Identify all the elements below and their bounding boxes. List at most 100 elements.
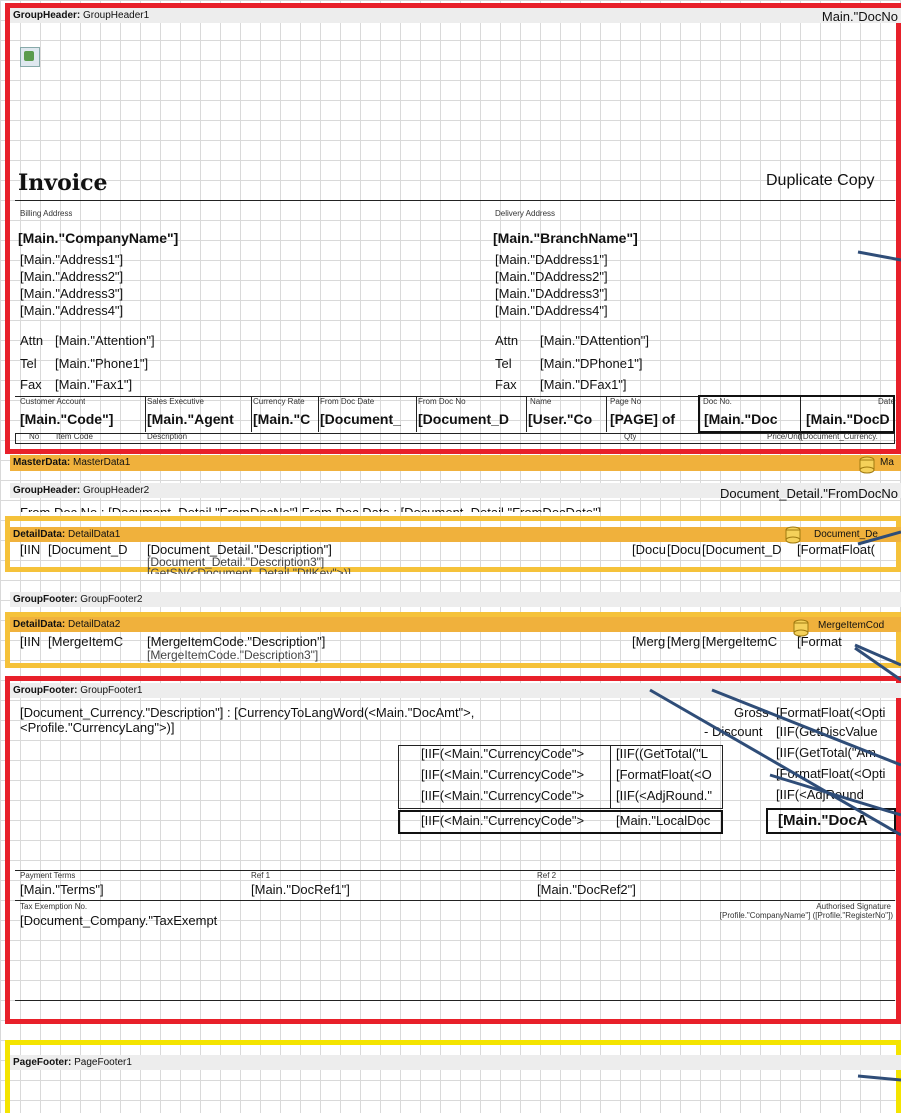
col-price-label: Price/Unit <box>767 432 802 441</box>
address1-field[interactable]: [Main."Address1"] <box>20 252 123 267</box>
dtel-label: Tel <box>495 356 512 371</box>
terms-field[interactable]: [Main."Terms"] <box>20 882 104 897</box>
band-name: DetailData1 <box>68 529 121 540</box>
company-field[interactable]: [Main."CompanyName"] <box>18 230 178 246</box>
amount-in-words-line2[interactable]: <Profile."CurrencyLang">)] <box>20 720 174 735</box>
fax-label: Fax <box>20 377 42 392</box>
address2-field[interactable]: [Main."Address2"] <box>20 269 123 284</box>
detail2-description[interactable]: [MergeItemCode."Description"] <box>147 634 325 649</box>
attn-field[interactable]: [Main."Attention"] <box>55 333 155 348</box>
detail2-col1[interactable]: [IIN <box>20 634 46 649</box>
detail2-col2[interactable]: [MergeItemC <box>48 634 144 649</box>
signature-label: Authorised Signature <box>816 902 891 911</box>
col-description-label: Description <box>147 432 188 441</box>
pagefooter1-band[interactable]: PageFooter: PageFooter1 <box>10 1055 901 1070</box>
detail2-col5[interactable]: [Merg <box>667 634 700 649</box>
code-field[interactable]: [Main."Code"] <box>20 411 144 427</box>
info-divider <box>416 397 417 432</box>
terms-top-line <box>15 870 895 871</box>
from-doc-date-field[interactable]: [Document_ <box>320 411 416 427</box>
local-right-1[interactable]: [IIF((GetTotal("L <box>616 746 720 761</box>
band-name: PageFooter1 <box>74 1057 132 1068</box>
from-doc-date-label: From Doc Date <box>320 397 375 406</box>
doc-date-field[interactable]: [Main."DocD <box>806 411 895 427</box>
footer-bottom-line <box>15 1000 895 1001</box>
tax-exemption-field[interactable]: [Document_Company."TaxExempt <box>20 913 248 928</box>
detail1-col5[interactable]: [Docu <box>667 542 700 557</box>
logo-picture-icon[interactable] <box>20 47 40 67</box>
detaildata1-right-text: Document_De <box>814 529 878 540</box>
info-divider <box>251 397 252 432</box>
dattn-label: Attn <box>495 333 519 348</box>
dattn-field[interactable]: [Main."DAttention"] <box>540 333 649 348</box>
detail2-col6[interactable]: [MergeItemC <box>702 634 794 649</box>
local-left-3[interactable]: [IIF(<Main."CurrencyCode"> <box>421 788 608 803</box>
branch-field[interactable]: [Main."BranchName"] <box>493 230 638 246</box>
band-kind: DetailData: <box>13 529 66 540</box>
masterdata1-right-text: Ma <box>880 457 894 468</box>
detail1-col2[interactable]: [Document_D <box>48 542 144 557</box>
total-line5-value[interactable]: [IIF(<AdjRound <box>776 787 896 802</box>
signature-company[interactable]: [Profile."CompanyName"] ([Profile."Regis… <box>720 911 893 920</box>
user-company-field[interactable]: [User."Co <box>528 411 606 427</box>
local-left-4[interactable]: [IIF(<Main."CurrencyCode"> <box>421 813 608 828</box>
gross-value[interactable]: [FormatFloat(<Opti <box>776 705 896 720</box>
daddress3-field[interactable]: [Main."DAddress3"] <box>495 286 608 301</box>
detail1-col7[interactable]: [FormatFloat( <box>797 542 892 557</box>
daddress4-field[interactable]: [Main."DAddress4"] <box>495 303 608 318</box>
local-left-1[interactable]: [IIF(<Main."CurrencyCode"> <box>421 746 608 761</box>
band-kind: GroupHeader: <box>13 10 81 21</box>
local-right-4[interactable]: [Main."LocalDoc <box>616 813 720 828</box>
delivery-label: Delivery Address <box>495 209 556 218</box>
band-name: GroupFooter2 <box>80 594 143 605</box>
doc-no-field[interactable]: [Main."Doc <box>704 411 794 427</box>
groupheader1-band[interactable]: GroupHeader: GroupHeader1 <box>10 8 901 23</box>
amount-in-words-line1[interactable]: [Document_Currency."Description"] : [Cur… <box>20 705 474 720</box>
local-right-2[interactable]: [FormatFloat(<O <box>616 767 720 782</box>
band-kind: PageFooter: <box>13 1057 72 1068</box>
band-kind: GroupFooter: <box>13 685 78 696</box>
total-line4-value[interactable]: [FormatFloat(<Opti <box>776 766 896 781</box>
fax-field[interactable]: [Main."Fax1"] <box>55 377 132 392</box>
duplicate-copy-label[interactable]: Duplicate Copy <box>766 172 875 190</box>
local-right-3[interactable]: [IIF(<AdjRound." <box>616 788 720 803</box>
detail2-col4[interactable]: [Merg <box>632 634 665 649</box>
agent-field[interactable]: [Main."Agent <box>147 411 251 427</box>
address4-field[interactable]: [Main."Address4"] <box>20 303 123 318</box>
grand-total-value[interactable]: [Main."DocA <box>778 812 894 829</box>
daddress1-field[interactable]: [Main."DAddress1"] <box>495 252 608 267</box>
pagefooter1-frame[interactable] <box>5 1040 901 1113</box>
detail1-col6[interactable]: [Document_D <box>702 542 794 557</box>
daddress2-field[interactable]: [Main."DAddress2"] <box>495 269 608 284</box>
masterdata1-band[interactable]: MasterData: MasterData1 <box>10 455 901 471</box>
groupheader1-frame[interactable] <box>5 3 901 454</box>
invoice-title[interactable]: Invoice <box>18 170 108 196</box>
address3-field[interactable]: [Main."Address3"] <box>20 286 123 301</box>
col-item-code-label: Item Code <box>56 432 93 441</box>
dfax-field[interactable]: [Main."DFax1"] <box>540 377 627 392</box>
groupheader1-right-text: Main."DocNo <box>821 9 898 24</box>
currency-rate-field[interactable]: [Main."C <box>253 411 318 427</box>
dtel-field[interactable]: [Main."DPhone1"] <box>540 356 642 371</box>
detaildata1-band[interactable]: DetailData: DetailData1 <box>10 527 901 542</box>
local-currency-divider <box>610 745 611 809</box>
tax-exemption-label: Tax Exemption No. <box>20 902 88 911</box>
from-doc-subheader[interactable]: From Doc No : [Document_Detail."FromDocN… <box>20 502 690 512</box>
groupfooter2-band[interactable]: GroupFooter: GroupFooter2 <box>10 592 901 607</box>
detail2-col7[interactable]: [Format <box>797 634 892 649</box>
detail1-col4[interactable]: [Docu <box>632 542 665 557</box>
detail1-col1[interactable]: [IIN <box>20 542 46 557</box>
customer-account-label: Customer Account <box>20 397 86 406</box>
groupfooter1-band[interactable]: GroupFooter: GroupFooter1 <box>10 683 901 698</box>
detail2-description3[interactable]: [MergeItemCode."Description3"] <box>147 648 318 662</box>
detaildata2-band[interactable]: DetailData: DetailData2 <box>10 617 901 632</box>
total-line3-value[interactable]: [IIF(GetTotal("Am <box>776 745 896 760</box>
ref2-field[interactable]: [Main."DocRef2"] <box>537 882 636 897</box>
detail1-sn[interactable]: [GetSN(<Document_Detail."DtlKey">)] <box>147 566 351 574</box>
discount-value[interactable]: [IIF(GetDiscValue <box>776 724 896 739</box>
ref1-field[interactable]: [Main."DocRef1"] <box>251 882 350 897</box>
tel-field[interactable]: [Main."Phone1"] <box>55 356 148 371</box>
from-doc-no-field[interactable]: [Document_D <box>418 411 526 427</box>
page-field[interactable]: [PAGE] of <box>610 411 695 427</box>
local-left-2[interactable]: [IIF(<Main."CurrencyCode"> <box>421 767 608 782</box>
